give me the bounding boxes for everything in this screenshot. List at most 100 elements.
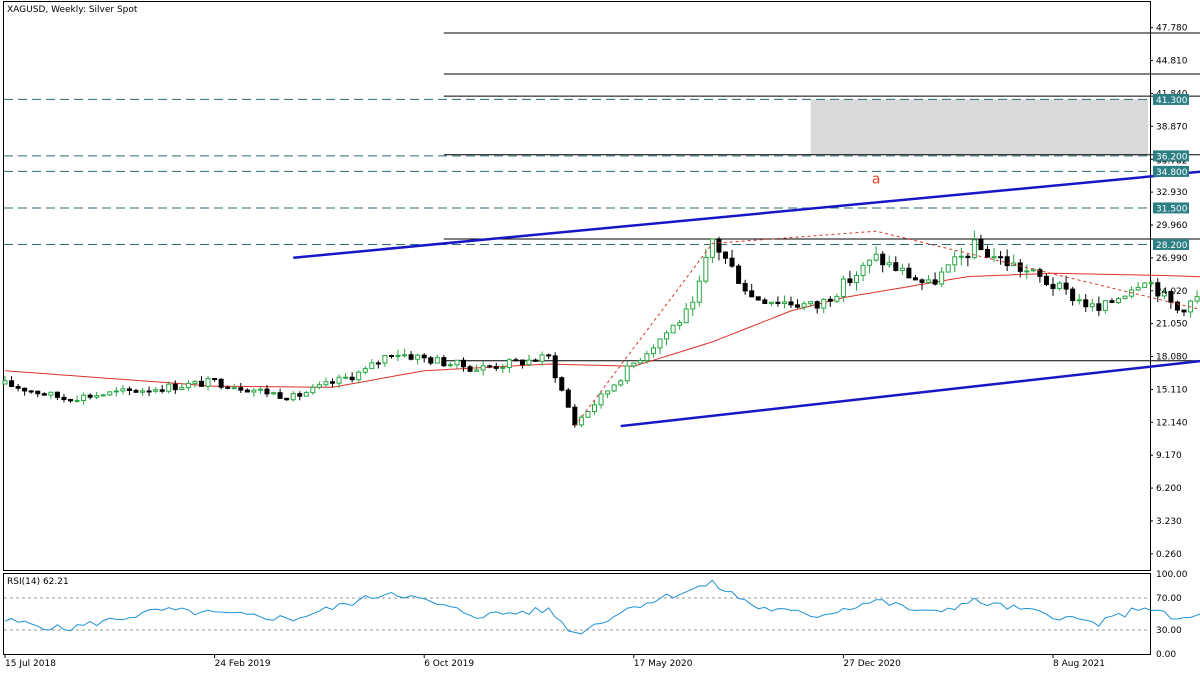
candle-body — [775, 301, 781, 304]
candle-body — [395, 354, 401, 357]
candle-body — [153, 389, 159, 392]
candle-body — [323, 381, 329, 386]
candle-body — [572, 406, 578, 426]
candle-body — [985, 249, 990, 258]
candle-body — [899, 267, 905, 271]
candle-body — [873, 253, 879, 261]
price-tick-label: 26.990 — [1156, 254, 1188, 264]
candle-body — [1083, 299, 1089, 308]
rsi-pane-frame — [3, 573, 1151, 655]
candle-body — [1122, 295, 1128, 300]
candle-body — [945, 264, 951, 273]
candle-body — [382, 355, 388, 364]
candle-body — [434, 357, 440, 364]
candle-body — [991, 256, 997, 259]
candle-body — [631, 362, 637, 367]
candle-body — [68, 399, 73, 402]
candle-body — [225, 386, 231, 389]
candle-body — [1050, 283, 1056, 289]
candle-body — [513, 359, 519, 362]
candle-body — [1181, 309, 1187, 313]
candle-body — [926, 279, 932, 283]
rsi-tick-label: 30.00 — [1156, 626, 1182, 636]
candle-body — [212, 378, 218, 381]
candle-body — [172, 383, 178, 391]
zone-layer — [810, 99, 1148, 155]
candle-body — [939, 271, 945, 285]
candle-body — [893, 262, 899, 271]
chart-canvas: FE 161.8141.4127.2FE 100.0FE 61.8 abc 47… — [2, 1, 1200, 669]
candle-body — [696, 280, 702, 303]
candle-body — [952, 256, 958, 266]
candle-body — [251, 389, 257, 393]
candle-body — [1142, 282, 1148, 288]
candle-body — [834, 295, 840, 302]
time-tick-label: 24 Feb 2019 — [215, 659, 271, 669]
candle-body — [284, 397, 290, 401]
candle-body — [388, 355, 394, 358]
candle-body — [867, 259, 873, 266]
candle-body — [519, 359, 525, 366]
candle-body — [1043, 275, 1049, 285]
level-badge-label-1: 36.200 — [1156, 152, 1188, 162]
candle-body — [821, 298, 827, 309]
candle-body — [912, 277, 918, 281]
candle-body — [506, 359, 512, 368]
candle-body — [244, 389, 250, 393]
candle-body — [644, 353, 650, 362]
candle-body — [362, 368, 368, 373]
candle-body — [716, 238, 722, 253]
candle-body — [1057, 282, 1063, 289]
candle-body — [860, 264, 866, 276]
candle-body — [330, 381, 335, 384]
candle-body — [749, 290, 755, 298]
candle-body — [827, 298, 833, 302]
candle-body — [54, 391, 60, 398]
candle-body — [618, 380, 624, 386]
candle-body — [493, 366, 499, 369]
candle-body — [539, 354, 545, 362]
candle-body — [428, 357, 434, 364]
candle-body — [1030, 269, 1036, 272]
price-tick-label: 21.050 — [1156, 320, 1188, 330]
candle-body — [1004, 256, 1010, 267]
candle-body — [781, 301, 787, 304]
candle-body — [729, 257, 735, 267]
candle-body — [592, 404, 597, 412]
candle-body — [1096, 303, 1102, 311]
candle-body — [35, 390, 41, 395]
candle-body — [159, 389, 165, 392]
price-axis: 47.78044.81041.84038.87035.90032.93029.9… — [1150, 24, 1189, 560]
candle-body — [120, 388, 126, 392]
candle-body — [788, 301, 794, 306]
candle-body — [657, 338, 663, 349]
candle-body — [467, 366, 473, 372]
candle-body — [1109, 300, 1115, 303]
candle-body — [670, 324, 676, 334]
candle-body — [192, 380, 198, 384]
candle-body — [81, 394, 87, 401]
candle-body — [526, 359, 532, 366]
candle-body — [271, 392, 277, 395]
candle-body — [703, 256, 709, 282]
candle-body — [231, 387, 237, 390]
candle-body — [650, 347, 656, 355]
candle-body — [179, 387, 185, 391]
candle-body — [140, 390, 146, 393]
price-tick-label: 6.200 — [1156, 484, 1182, 494]
candle-body — [736, 265, 742, 284]
candle-body — [611, 384, 617, 392]
target-zone-0 — [810, 99, 1148, 155]
candle-body — [814, 301, 820, 309]
candle-body — [303, 392, 309, 397]
candle-body — [795, 304, 801, 308]
candle-body — [552, 355, 558, 379]
candle-body — [441, 357, 447, 367]
candle-body — [257, 388, 263, 391]
candle-body — [22, 387, 28, 392]
candle-body — [297, 393, 303, 397]
candle-body — [454, 359, 460, 366]
time-tick-label: 15 Jul 2018 — [5, 659, 56, 669]
candle-body — [74, 399, 80, 402]
candle-body — [1089, 303, 1095, 308]
